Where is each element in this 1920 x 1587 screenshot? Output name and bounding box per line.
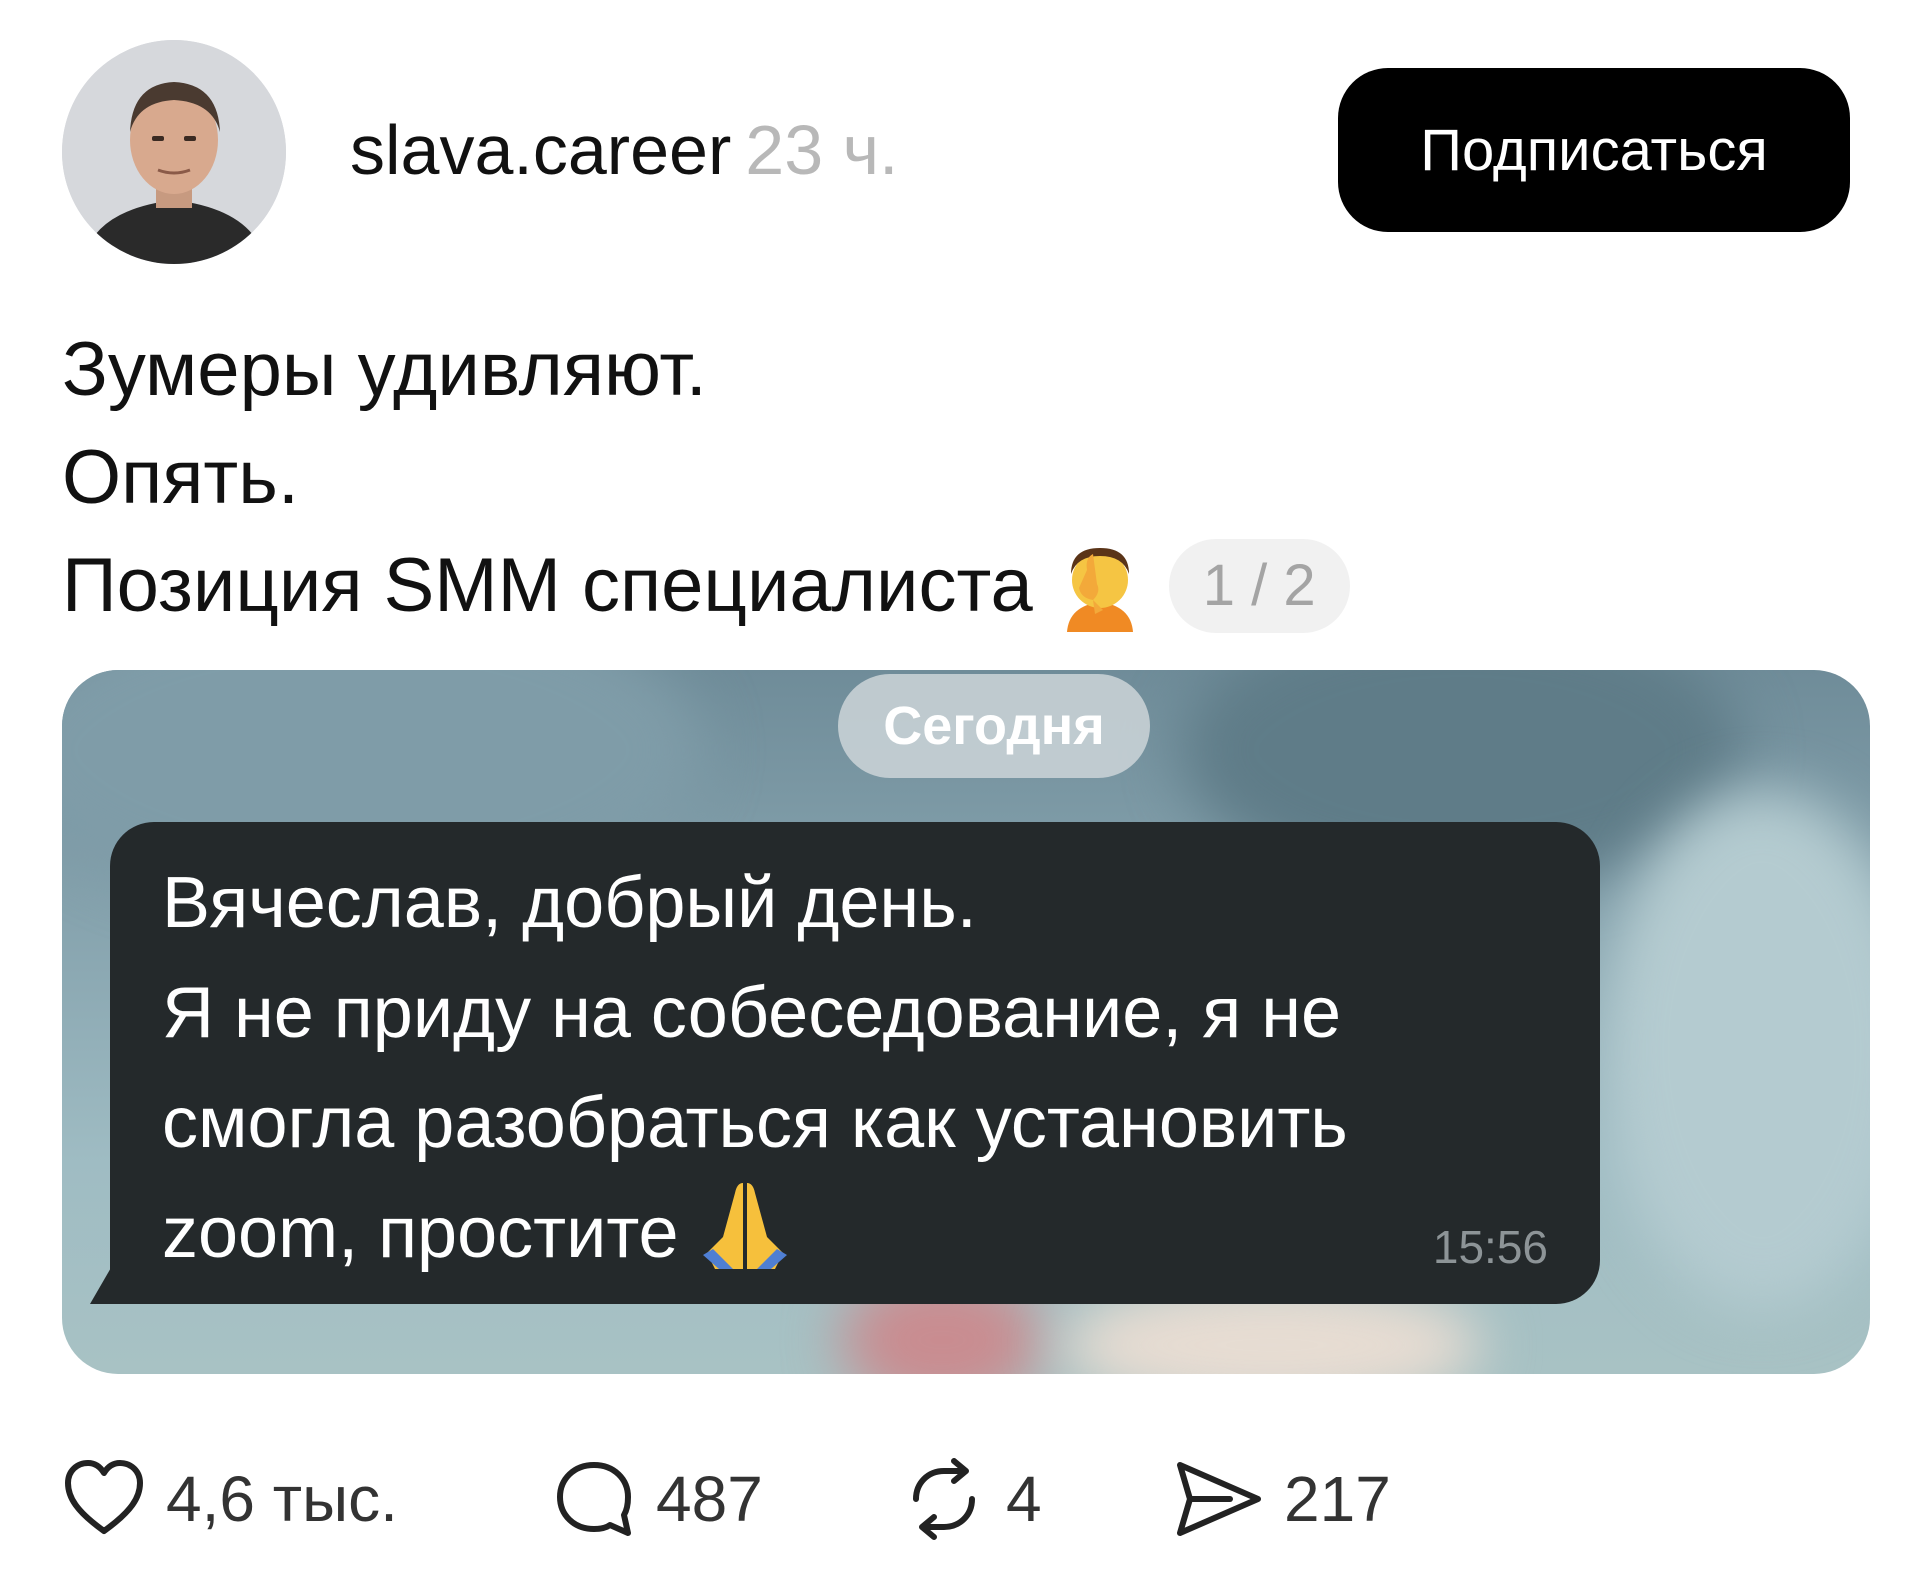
post-line: Позиция SMM специалиста xyxy=(62,543,1033,628)
repost-count: 4 xyxy=(1006,1463,1042,1535)
post-image[interactable]: Сегодня Вячеслав, добрый день. Я не прид… xyxy=(62,670,1870,1374)
chat-message-line: Вячеслав, добрый день. xyxy=(162,863,977,943)
image-background-shape xyxy=(1602,790,1870,1310)
comment-icon xyxy=(557,1462,631,1536)
heart-icon xyxy=(65,1460,143,1534)
avatar-photo xyxy=(62,40,286,264)
post-line: Опять. xyxy=(62,435,299,520)
post-line: Зумеры удивляют. xyxy=(62,327,707,412)
avatar[interactable] xyxy=(62,40,286,264)
chat-date-label: Сегодня xyxy=(838,674,1150,778)
send-icon xyxy=(1177,1462,1261,1536)
thread-post: slava.career 23 ч. Подписаться Зумеры уди… xyxy=(0,0,1920,1587)
chat-message-text: Вячеслав, добрый день. Я не приду на соб… xyxy=(162,848,1348,1288)
like-button[interactable]: 4,6 тыс. xyxy=(62,1454,398,1544)
pray-icon xyxy=(702,1183,787,1269)
share-button[interactable]: 217 xyxy=(1172,1454,1391,1544)
chat-message-time: 15:56 xyxy=(1432,1221,1548,1273)
post-text: Зумеры удивляют. Опять. Позиция SMM спец… xyxy=(62,316,1350,640)
like-count: 4,6 тыс. xyxy=(166,1463,398,1535)
post-time: 23 ч. xyxy=(745,111,899,189)
comment-button[interactable]: 487 xyxy=(552,1454,763,1544)
chat-message-line: zoom, простите xyxy=(162,1193,679,1273)
comment-count: 487 xyxy=(656,1463,763,1535)
facepalm-icon xyxy=(1066,548,1133,632)
chat-message-bubble: Вячеслав, добрый день. Я не приду на соб… xyxy=(110,822,1600,1304)
repost-icon xyxy=(913,1458,975,1540)
repost-button[interactable]: 4 xyxy=(902,1454,1042,1544)
page-indicator: 1 / 2 xyxy=(1168,539,1350,633)
subscribe-button[interactable]: Подписаться xyxy=(1338,68,1850,232)
post-line-with-badge: Позиция SMM специалиста 1 / 2 xyxy=(62,532,1350,640)
action-bar: 4,6 тыс. 487 4 217 xyxy=(62,1454,1562,1544)
share-count: 217 xyxy=(1284,1463,1391,1535)
chat-message-line: Я не приду на собеседование, я не xyxy=(162,973,1342,1053)
chat-message-line-last: zoom, простите xyxy=(162,1178,1348,1288)
chat-message-line: смогла разобраться как установить xyxy=(162,1083,1348,1163)
author-line: slava.career 23 ч. xyxy=(350,108,899,192)
bubble-tail xyxy=(90,1266,112,1304)
author-name[interactable]: slava.career xyxy=(350,111,731,189)
